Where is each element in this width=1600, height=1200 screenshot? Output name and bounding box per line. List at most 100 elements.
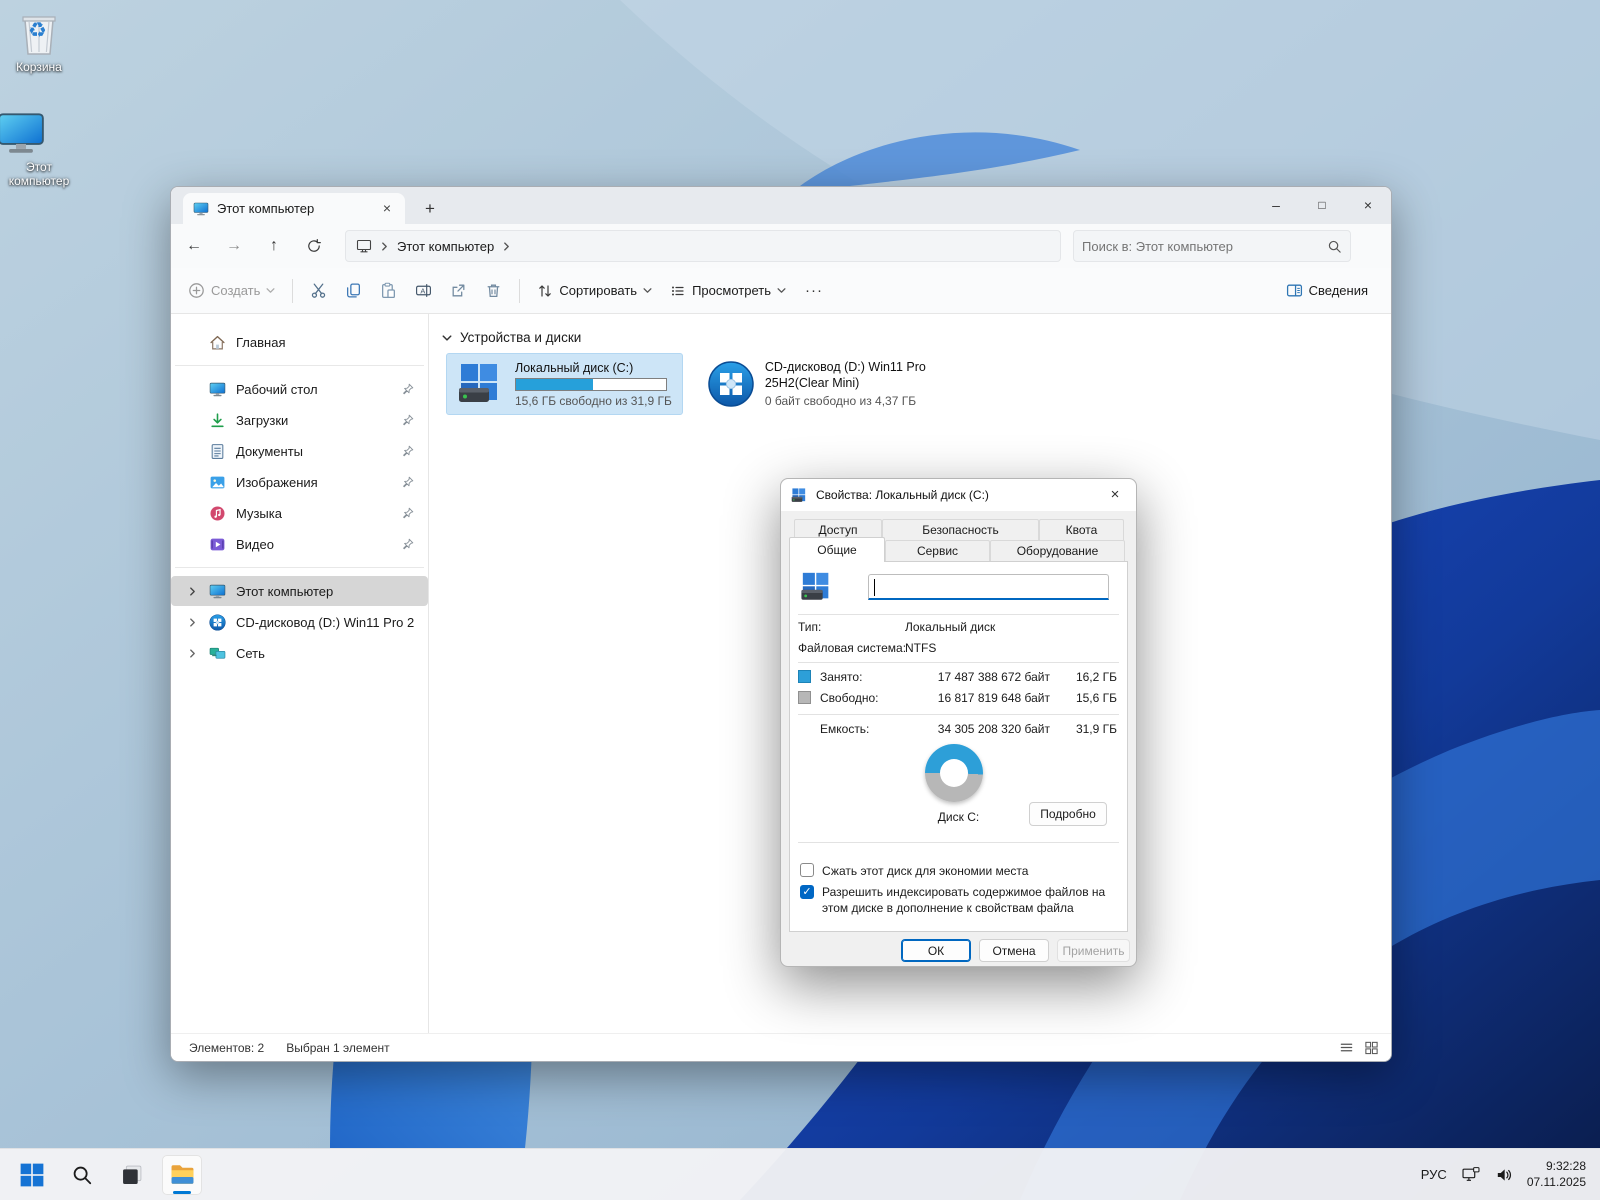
drive-free-space: 0 байт свободно из 4,37 ГБ xyxy=(765,394,943,408)
more-options-button[interactable]: ··· xyxy=(795,282,833,299)
sidebar-item-pictures[interactable]: Изображения xyxy=(179,467,420,497)
sidebar-item-this-pc[interactable]: Этот компьютер xyxy=(171,576,428,606)
dialog-close-button[interactable]: × xyxy=(1098,482,1132,508)
paste-button[interactable] xyxy=(371,274,406,308)
drive-d-tile[interactable]: CD-дисковод (D:) Win11 Pro 25H2(Clear Mi… xyxy=(697,353,953,415)
cd-drive-icon xyxy=(707,360,755,408)
used-gb: 16,2 ГБ xyxy=(1059,670,1117,684)
desktop-icon-recycle-bin[interactable]: ♻ Корзина xyxy=(0,10,82,75)
sidebar-item-cd-drive[interactable]: CD-дисковод (D:) Win11 Pro 25H2(Clea xyxy=(179,607,420,637)
free-label: Свободно: xyxy=(820,691,879,705)
chevron-right-icon[interactable] xyxy=(185,618,199,627)
compress-checkbox[interactable] xyxy=(800,863,814,877)
sidebar-item-label: Загрузки xyxy=(236,413,392,428)
index-checkbox-label: Разрешить индексировать содержимое файло… xyxy=(822,884,1122,916)
volume-label-input[interactable] xyxy=(868,574,1109,600)
chevron-down-icon xyxy=(442,333,452,343)
sort-button-label: Сортировать xyxy=(559,283,637,298)
tab-this-pc[interactable]: Этот компьютер × xyxy=(183,193,405,224)
new-button[interactable]: Создать xyxy=(179,274,284,308)
plus-circle-icon xyxy=(188,282,205,299)
videos-icon xyxy=(209,536,226,553)
tab-close-icon[interactable]: × xyxy=(377,199,397,219)
start-button[interactable] xyxy=(12,1155,52,1195)
up-button[interactable]: ↑ xyxy=(257,230,291,262)
clock[interactable]: 9:32:28 07.11.2025 xyxy=(1527,1159,1586,1190)
capacity-bytes: 34 305 208 320 байт xyxy=(895,722,1050,736)
sort-button[interactable]: Сортировать xyxy=(528,274,661,308)
pictures-icon xyxy=(209,474,226,491)
details-button[interactable]: Подробно xyxy=(1029,802,1107,826)
pin-icon[interactable] xyxy=(402,414,414,426)
tab-hardware[interactable]: Оборудование xyxy=(990,540,1125,562)
view-button[interactable]: Просмотреть xyxy=(661,274,795,308)
divider xyxy=(798,714,1119,715)
apply-button[interactable]: Применить xyxy=(1057,939,1130,962)
section-devices-and-drives[interactable]: Устройства и диски xyxy=(442,330,1391,345)
close-button[interactable]: × xyxy=(1345,187,1391,224)
ok-button[interactable]: ОК xyxy=(901,939,971,962)
sidebar-item-documents[interactable]: Документы xyxy=(179,436,420,466)
sidebar-item-network[interactable]: Сеть xyxy=(179,638,420,668)
navigation-pane: Главная Рабочий стол Загрузки Документы … xyxy=(171,314,429,1033)
paste-icon xyxy=(380,282,397,299)
filesystem-value: NTFS xyxy=(905,641,936,655)
status-bar: Элементов: 2 Выбран 1 элемент xyxy=(171,1033,1391,1061)
music-icon xyxy=(209,505,226,522)
details-pane-button[interactable]: Сведения xyxy=(1277,274,1377,308)
sidebar-item-label: Изображения xyxy=(236,475,392,490)
sidebar-item-home[interactable]: Главная xyxy=(179,327,420,357)
desktop-icon-this-pc[interactable]: Этот компьютер xyxy=(0,108,82,189)
tab-quota[interactable]: Квота xyxy=(1039,519,1124,540)
drive-c-tile[interactable]: Локальный диск (C:) 15,6 ГБ свободно из … xyxy=(446,353,683,415)
search-box[interactable] xyxy=(1073,230,1351,262)
back-button[interactable]: ← xyxy=(177,230,211,262)
list-view-toggle[interactable] xyxy=(1339,1040,1354,1055)
task-view-button[interactable] xyxy=(112,1155,152,1195)
chevron-right-icon[interactable] xyxy=(185,649,199,658)
language-indicator[interactable]: РУС xyxy=(1421,1167,1447,1182)
minimize-button[interactable]: – xyxy=(1253,187,1299,224)
sidebar-item-music[interactable]: Музыка xyxy=(179,498,420,528)
breadcrumb-item[interactable]: Этот компьютер xyxy=(397,239,494,254)
volume-icon[interactable] xyxy=(1495,1166,1513,1184)
delete-button[interactable] xyxy=(476,274,511,308)
cut-button[interactable] xyxy=(301,274,336,308)
tab-security[interactable]: Безопасность xyxy=(882,519,1039,540)
index-checkbox[interactable]: ✓ xyxy=(800,885,814,899)
address-bar: ← → ↑ Этот компьютер xyxy=(171,224,1391,268)
sidebar-item-downloads[interactable]: Загрузки xyxy=(179,405,420,435)
taskbar-file-explorer-button[interactable] xyxy=(162,1155,202,1195)
thumbnail-view-toggle[interactable] xyxy=(1364,1040,1379,1055)
tab-general[interactable]: Общие xyxy=(789,537,885,562)
tab-tools[interactable]: Сервис xyxy=(885,540,990,562)
type-label: Тип: xyxy=(798,620,821,634)
hard-drive-icon xyxy=(791,487,808,504)
pin-icon[interactable] xyxy=(402,383,414,395)
capacity-label: Емкость: xyxy=(820,722,869,736)
sidebar-item-desktop[interactable]: Рабочий стол xyxy=(179,374,420,404)
chevron-right-icon[interactable] xyxy=(185,587,199,596)
share-button[interactable] xyxy=(441,274,476,308)
pin-icon[interactable] xyxy=(402,445,414,457)
network-ethernet-icon[interactable] xyxy=(1461,1166,1481,1183)
share-icon xyxy=(450,282,467,299)
taskbar-search-button[interactable] xyxy=(62,1155,102,1195)
sidebar-item-videos[interactable]: Видео xyxy=(179,529,420,559)
copy-button[interactable] xyxy=(336,274,371,308)
breadcrumb[interactable]: Этот компьютер xyxy=(345,230,1061,262)
pin-icon[interactable] xyxy=(402,476,414,488)
desktop-icon-label: Корзина xyxy=(0,61,82,75)
search-input[interactable] xyxy=(1082,239,1327,254)
free-gb: 15,6 ГБ xyxy=(1059,691,1117,705)
new-tab-button[interactable]: + xyxy=(417,196,443,222)
pin-icon[interactable] xyxy=(402,538,414,550)
refresh-button[interactable] xyxy=(297,230,331,262)
drive-free-space: 15,6 ГБ свободно из 31,9 ГБ xyxy=(515,394,672,408)
rename-button[interactable] xyxy=(406,274,441,308)
forward-button[interactable]: → xyxy=(217,230,251,262)
maximize-button[interactable]: □ xyxy=(1299,187,1345,224)
pin-icon[interactable] xyxy=(402,507,414,519)
home-icon xyxy=(209,334,226,351)
cancel-button[interactable]: Отмена xyxy=(979,939,1049,962)
